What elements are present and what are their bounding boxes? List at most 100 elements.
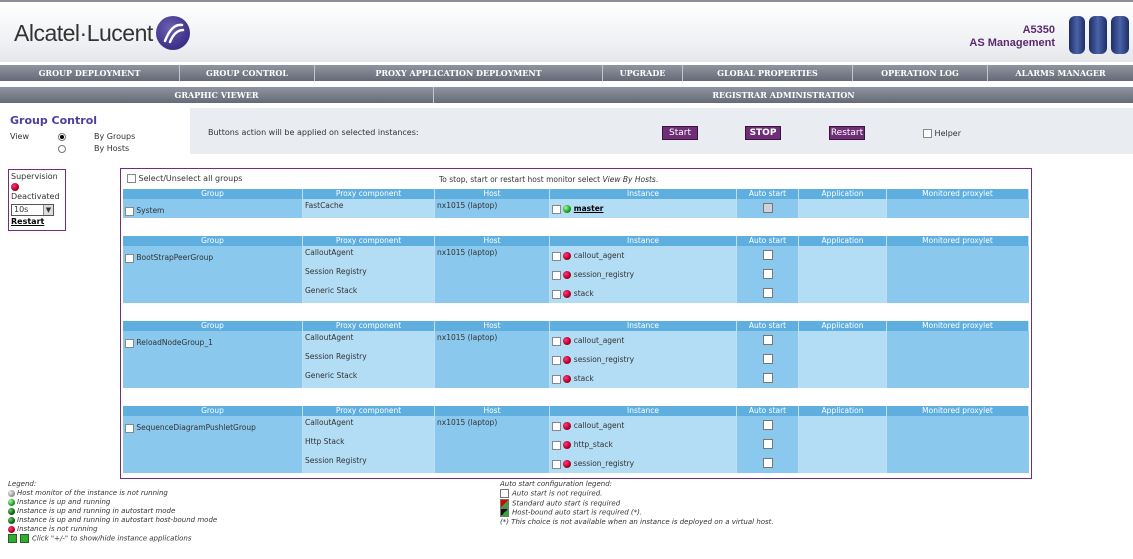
auto-start-checkbox[interactable] bbox=[762, 335, 773, 345]
helper-toggle[interactable]: Helper bbox=[923, 129, 961, 138]
product-title: AS Management bbox=[969, 37, 1055, 49]
proxy-component-cell: CalloutAgent bbox=[303, 416, 435, 435]
view-by-hosts-radio[interactable] bbox=[58, 145, 66, 153]
view-hint-suffix: . bbox=[655, 175, 659, 184]
auto-start-cell bbox=[737, 265, 799, 284]
monitored-proxylet-cell bbox=[887, 454, 1029, 473]
auto-start-checkbox[interactable] bbox=[762, 288, 773, 298]
nav-registrar-administration[interactable]: REGISTRAR ADMINISTRATION bbox=[434, 87, 1133, 103]
instance-status-icon bbox=[563, 337, 572, 345]
nav-alarms-manager[interactable]: ALARMS MANAGER bbox=[988, 65, 1133, 81]
column-header: Application bbox=[799, 406, 887, 416]
host-cell: nx1015 (laptop) bbox=[435, 331, 550, 350]
instance-checkbox[interactable] bbox=[552, 251, 561, 261]
supervision-interval-select[interactable]: 10s ▼ bbox=[11, 204, 54, 216]
product-name: A5350 AS Management bbox=[969, 24, 1055, 50]
legend-title: Legend: bbox=[8, 480, 37, 488]
primary-nav: GROUP DEPLOYMENT GROUP CONTROL PROXY APP… bbox=[0, 65, 1133, 81]
nav-group-deployment[interactable]: GROUP DEPLOYMENT bbox=[0, 65, 180, 81]
column-header: Auto start bbox=[737, 406, 799, 416]
column-header: Monitored proxylet bbox=[887, 236, 1029, 246]
table-row: Session Registry session_registry bbox=[123, 265, 1029, 284]
nav-proxy-application-deployment[interactable]: PROXY APPLICATION DEPLOYMENT bbox=[315, 65, 603, 81]
instances-table: Select/Unselect all groups To stop, star… bbox=[120, 168, 1032, 479]
instance-status-icon bbox=[563, 205, 572, 213]
column-header: Application bbox=[799, 236, 887, 246]
legend-item: Instance is not running bbox=[8, 525, 217, 534]
group-checkbox[interactable] bbox=[125, 253, 134, 263]
host-cell bbox=[435, 350, 550, 369]
nav-global-properties[interactable]: GLOBAL PROPERTIES bbox=[683, 65, 853, 81]
column-header: Proxy component bbox=[303, 189, 435, 199]
application-cell bbox=[799, 369, 887, 388]
nav-graphic-viewer[interactable]: GRAPHIC VIEWER bbox=[0, 87, 434, 103]
instance-checkbox[interactable] bbox=[552, 459, 561, 469]
auto-start-checkbox[interactable] bbox=[762, 420, 773, 430]
column-header: Instance bbox=[550, 406, 737, 416]
instance-checkbox[interactable] bbox=[552, 374, 561, 384]
minus-icon bbox=[20, 534, 29, 543]
table-row: Session Registry session_registry bbox=[123, 454, 1029, 473]
helper-label: Helper bbox=[934, 129, 961, 138]
instance-name[interactable]: master bbox=[574, 204, 604, 213]
instance-checkbox[interactable] bbox=[552, 204, 561, 214]
view-by-hosts-label: By Hosts bbox=[94, 144, 130, 153]
group-checkbox[interactable] bbox=[125, 423, 134, 433]
column-header: Application bbox=[799, 321, 887, 331]
status-legend: Legend: Host monitor of the instance is … bbox=[8, 480, 217, 544]
host-cell: nx1015 (laptop) bbox=[435, 246, 550, 265]
legend-item-text: Instance is not running bbox=[17, 525, 98, 533]
supervision-status: Deactivated bbox=[11, 192, 60, 201]
monitored-proxylet-cell bbox=[887, 369, 1029, 388]
auto-start-checkbox[interactable] bbox=[762, 354, 773, 364]
start-button[interactable]: Start bbox=[662, 126, 698, 140]
helper-checkbox[interactable] bbox=[923, 129, 932, 138]
auto-start-checkbox[interactable] bbox=[762, 439, 773, 449]
auto-start-checkbox[interactable] bbox=[762, 373, 773, 383]
group-checkbox[interactable] bbox=[125, 206, 134, 216]
application-cell bbox=[799, 416, 887, 435]
column-header: Instance bbox=[550, 236, 737, 246]
select-all-groups[interactable]: Select/Unselect all groups bbox=[127, 174, 242, 183]
nav-group-control[interactable]: GROUP CONTROL bbox=[180, 65, 315, 81]
autostart-none-icon bbox=[500, 489, 509, 498]
select-all-checkbox[interactable] bbox=[127, 174, 136, 183]
proxy-component-cell: Session Registry bbox=[303, 265, 435, 284]
instance-status-icon bbox=[563, 375, 572, 383]
nav-upgrade[interactable]: UPGRADE bbox=[603, 65, 683, 81]
instance-checkbox[interactable] bbox=[552, 440, 561, 450]
product-cubes-logo bbox=[1063, 16, 1133, 54]
group-cell: BootStrapPeerGroup bbox=[123, 246, 303, 265]
instance-checkbox[interactable] bbox=[552, 355, 561, 365]
instance-checkbox[interactable] bbox=[552, 289, 561, 299]
group-header-row: Group Proxy component Host Instance Auto sta… bbox=[123, 406, 1029, 416]
host-cell bbox=[435, 435, 550, 454]
auto-start-checkbox[interactable] bbox=[762, 203, 773, 213]
auto-start-checkbox[interactable] bbox=[762, 458, 773, 468]
restart-button[interactable]: Restart bbox=[829, 126, 865, 140]
stop-button[interactable]: STOP bbox=[745, 126, 781, 140]
supervision-restart-link[interactable]: Restart bbox=[11, 217, 63, 227]
supervision-panel: Supervision Deactivated 10s ▼ Restart bbox=[8, 169, 66, 231]
view-by-groups-radio[interactable] bbox=[58, 133, 66, 141]
host-cell bbox=[435, 265, 550, 284]
monitored-proxylet-cell bbox=[887, 435, 1029, 454]
page-title: Group Control bbox=[10, 114, 98, 127]
group-block: Group Proxy component Host Instance Auto sta… bbox=[123, 406, 1029, 473]
instance-checkbox[interactable] bbox=[552, 336, 561, 346]
instance-status-icon bbox=[563, 271, 572, 279]
view-by-groups-label: By Groups bbox=[94, 132, 136, 141]
instance-cell: stack bbox=[550, 284, 737, 303]
instance-checkbox[interactable] bbox=[552, 270, 561, 280]
auto-start-checkbox[interactable] bbox=[762, 250, 773, 260]
instance-cell: session_registry bbox=[550, 350, 737, 369]
group-cell bbox=[123, 435, 303, 454]
instance-cell: master bbox=[550, 199, 737, 218]
instance-checkbox[interactable] bbox=[552, 421, 561, 431]
auto-start-checkbox[interactable] bbox=[762, 269, 773, 279]
legend-item: Host monitor of the instance is not runn… bbox=[8, 489, 217, 498]
column-header: Monitored proxylet bbox=[887, 406, 1029, 416]
instance-name: session_registry bbox=[573, 355, 635, 364]
group-checkbox[interactable] bbox=[125, 338, 134, 348]
nav-operation-log[interactable]: OPERATION LOG bbox=[853, 65, 988, 81]
